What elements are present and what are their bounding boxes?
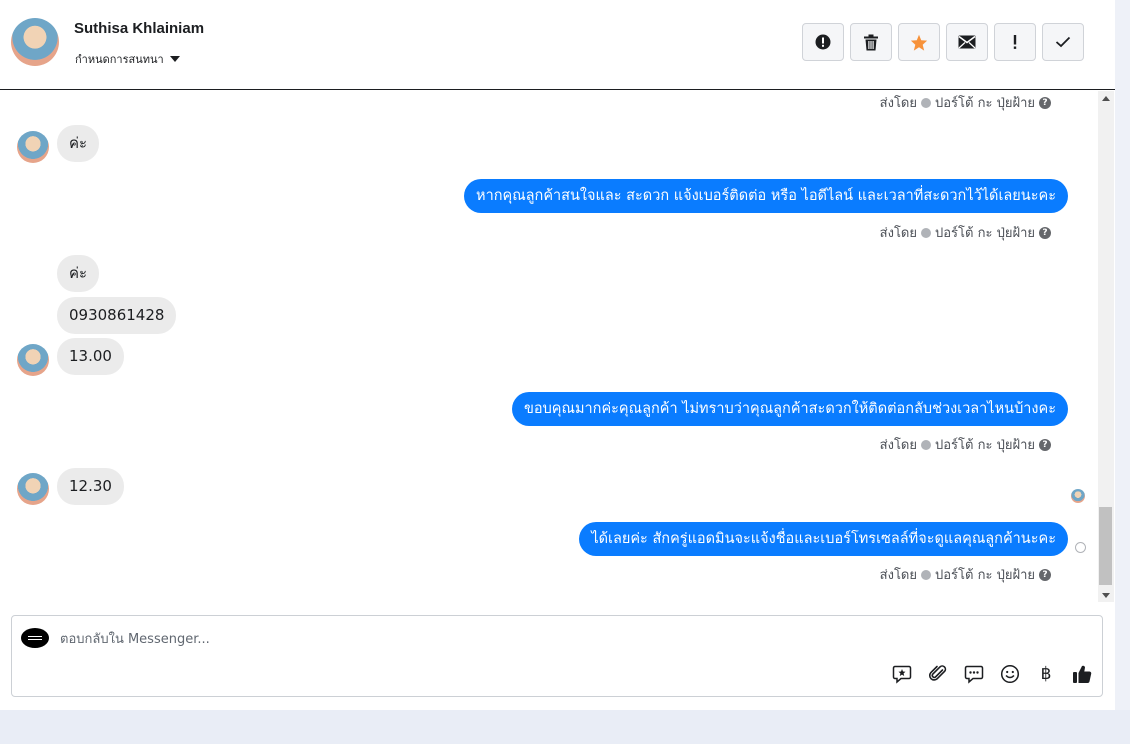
caret-down-icon xyxy=(169,56,180,62)
delivered-check-icon xyxy=(1075,542,1086,553)
trash-icon xyxy=(864,34,878,50)
composer-tools: ฿ xyxy=(892,664,1092,684)
agent-status-icon xyxy=(921,97,931,108)
conversation-header: Suthisa Khlainiam กำหนดการสนทนา xyxy=(0,0,1115,90)
saved-replies-icon xyxy=(964,665,984,684)
sent-by-agent: ปอร์โต้ กะ ปุ่ยฝ้าย xyxy=(935,226,1035,241)
like-button[interactable] xyxy=(1072,664,1092,684)
envelope-icon xyxy=(958,35,976,49)
scroll-down-arrow-icon[interactable] xyxy=(1102,593,1110,598)
outgoing-message[interactable]: ได้เลยค่ะ สักครู่แอดมินจะแจ้งชื่อและเบอร… xyxy=(579,522,1068,556)
sender-avatar xyxy=(17,131,49,163)
conversation-panel: Suthisa Khlainiam กำหนดการสนทนา ส่งโดย ป… xyxy=(0,0,1115,710)
exclamation-icon xyxy=(1013,35,1017,49)
help-icon[interactable]: ? xyxy=(1039,438,1051,451)
page-avatar xyxy=(21,628,49,648)
saved-replies-button[interactable] xyxy=(964,664,984,684)
message-scrollbar[interactable] xyxy=(1098,91,1114,602)
attach-button[interactable] xyxy=(928,664,948,684)
sent-by-label: ส่งโดย xyxy=(879,568,917,583)
message-list[interactable]: ส่งโดย ปอร์โต้ กะ ปุ่ยฝ้าย ? ค่ะ หากคุณล… xyxy=(0,91,1098,602)
alert-circle-icon xyxy=(815,34,831,50)
page-scrollbar[interactable] xyxy=(1115,0,1130,710)
conversation-actions xyxy=(802,23,1084,61)
agent-status-icon xyxy=(921,569,931,580)
delete-button[interactable] xyxy=(850,23,892,61)
mark-unread-button[interactable] xyxy=(946,23,988,61)
sent-by-agent: ปอร์โต้ กะ ปุ่ยฝ้าย xyxy=(935,96,1035,111)
incoming-message[interactable]: ค่ะ xyxy=(57,255,100,292)
checkmark-icon xyxy=(1055,36,1071,48)
payment-button[interactable]: ฿ xyxy=(1036,664,1056,684)
incoming-message[interactable]: 12.30 xyxy=(57,468,124,505)
sticker-button[interactable] xyxy=(892,664,912,684)
payment-icon: ฿ xyxy=(1040,664,1052,684)
emoji-button[interactable] xyxy=(1000,664,1020,684)
incoming-message[interactable]: 0930861428 xyxy=(57,297,177,334)
sender-avatar xyxy=(17,473,49,505)
sender-avatar xyxy=(17,344,49,376)
sent-by-label: ส่งโดย xyxy=(879,96,917,111)
like-icon xyxy=(1073,665,1092,683)
help-icon[interactable]: ? xyxy=(1039,96,1051,109)
assign-conversation-label: กำหนดการสนทนา xyxy=(75,53,164,66)
important-button[interactable] xyxy=(994,23,1036,61)
star-button[interactable] xyxy=(898,23,940,61)
agent-status-icon xyxy=(921,227,931,238)
scroll-up-arrow-icon[interactable] xyxy=(1102,96,1110,101)
reply-input[interactable] xyxy=(60,628,760,650)
scroll-thumb[interactable] xyxy=(1099,507,1112,585)
sent-by-agent: ปอร์โต้ กะ ปุ่ยฝ้าย xyxy=(935,568,1035,583)
outgoing-message[interactable]: หากคุณลูกค้าสนใจและ สะดวก แจ้งเบอร์ติดต่… xyxy=(464,179,1068,213)
sent-by-line: ส่งโดย ปอร์โต้ กะ ปุ่ยฝ้าย ? xyxy=(880,564,1051,585)
sent-by-line: ส่งโดย ปอร์โต้ กะ ปุ่ยฝ้าย ? xyxy=(880,434,1051,455)
spam-button[interactable] xyxy=(802,23,844,61)
help-icon[interactable]: ? xyxy=(1039,226,1051,239)
sent-by-line: ส่งโดย ปอร์โต้ กะ ปุ่ยฝ้าย ? xyxy=(880,222,1051,243)
reply-composer: ฿ xyxy=(11,615,1103,697)
outgoing-message[interactable]: ขอบคุณมากค่ะคุณลูกค้า ไม่ทราบว่าคุณลูกค้… xyxy=(511,392,1068,426)
incoming-message[interactable]: ค่ะ xyxy=(57,125,100,162)
sent-by-label: ส่งโดย xyxy=(879,438,917,453)
assign-conversation-dropdown[interactable]: กำหนดการสนทนา xyxy=(75,50,180,68)
sent-by-label: ส่งโดย xyxy=(879,226,917,241)
paperclip-icon xyxy=(928,665,947,681)
help-icon[interactable]: ? xyxy=(1039,568,1051,581)
sent-by-line: ส่งโดย ปอร์โต้ กะ ปุ่ยฝ้าย ? xyxy=(880,92,1051,113)
contact-avatar[interactable] xyxy=(11,18,59,66)
incoming-message[interactable]: 13.00 xyxy=(57,338,124,375)
sent-by-agent: ปอร์โต้ กะ ปุ่ยฝ้าย xyxy=(935,438,1035,453)
agent-status-icon xyxy=(921,439,931,450)
star-icon xyxy=(910,34,928,51)
seen-avatar-icon xyxy=(1071,489,1085,503)
sticker-icon xyxy=(892,665,912,684)
contact-name[interactable]: Suthisa Khlainiam xyxy=(74,20,204,37)
done-button[interactable] xyxy=(1042,23,1084,61)
emoji-icon xyxy=(1000,664,1020,684)
